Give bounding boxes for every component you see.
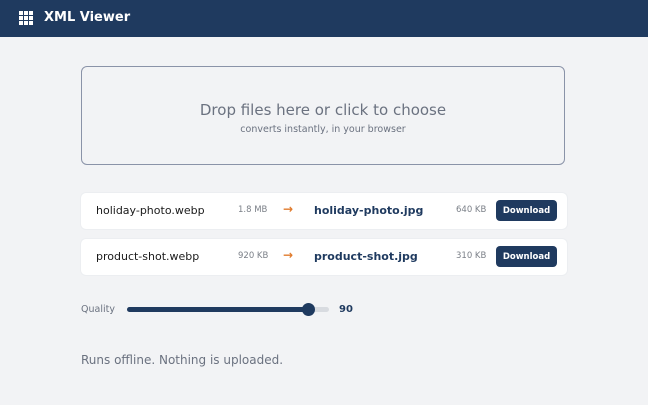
quality-slider[interactable]	[127, 303, 329, 316]
dropzone-subtitle: converts instantly, in your browser	[240, 124, 406, 135]
output-filename: holiday-photo.jpg	[314, 204, 424, 217]
output-filesize: 310 KB	[456, 251, 487, 261]
quality-label: Quality	[81, 304, 115, 315]
app-title: XML Viewer	[44, 10, 131, 25]
dropzone-title: Drop files here or click to choose	[199, 101, 447, 119]
quality-slider-fill	[127, 307, 309, 312]
output-filename: product-shot.jpg	[314, 250, 418, 263]
file-row: holiday-photo.webp 1.8 MB → holiday-phot…	[81, 193, 567, 229]
grid-icon	[19, 11, 33, 25]
quality-value: 90	[339, 304, 353, 315]
arrow-right-icon: →	[283, 248, 294, 262]
output-filesize: 640 KB	[456, 205, 487, 215]
source-filename: holiday-photo.webp	[96, 204, 205, 217]
source-filesize: 1.8 MB	[238, 205, 268, 215]
arrow-right-icon: →	[283, 202, 294, 216]
file-row: product-shot.webp 920 KB → product-shot.…	[81, 239, 567, 275]
download-button[interactable]: Download	[496, 246, 557, 267]
source-filesize: 920 KB	[238, 251, 269, 261]
download-button[interactable]: Download	[496, 200, 557, 221]
file-dropzone[interactable]: Drop files here or click to choose conve…	[81, 66, 565, 165]
app-header: XML Viewer	[0, 0, 648, 37]
quality-slider-thumb[interactable]	[302, 303, 316, 316]
source-filename: product-shot.webp	[96, 250, 200, 263]
offline-note: Runs offline. Nothing is uploaded.	[81, 353, 284, 367]
